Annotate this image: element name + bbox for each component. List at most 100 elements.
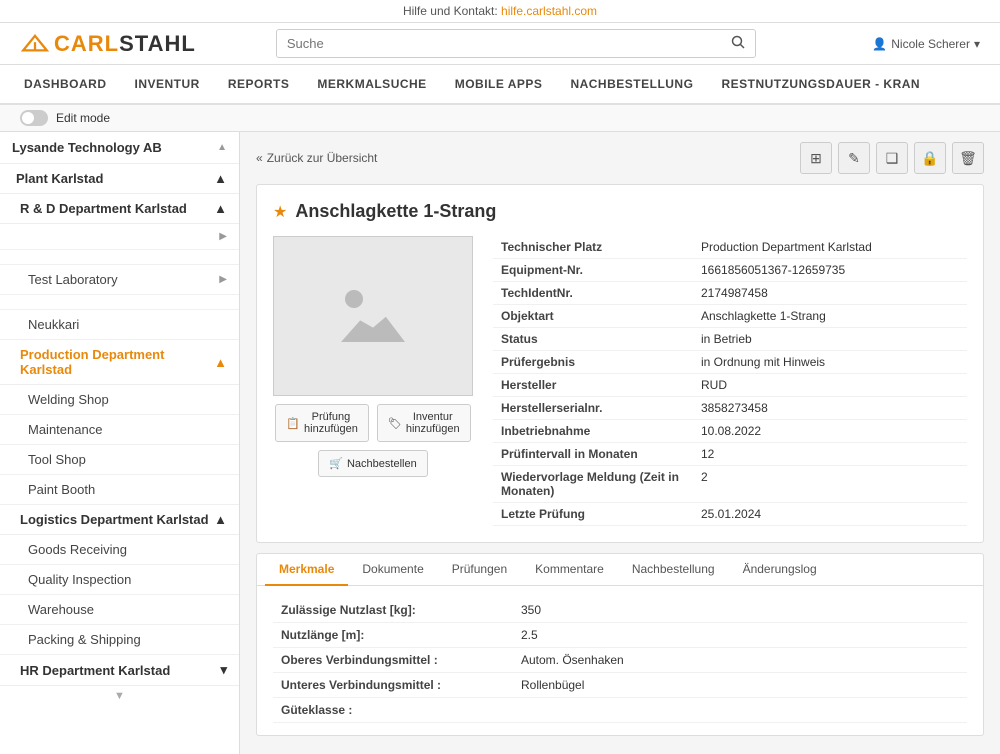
sidebar-logistics-dept[interactable]: Logistics Department Karlstad ▲ xyxy=(0,505,239,535)
sidebar-item-maintenance[interactable]: Maintenance xyxy=(0,415,239,445)
sidebar-item-quality-inspection-label: Quality Inspection xyxy=(28,572,131,587)
action-icons: ⊞ ✎ ❑ 🔒 🗑 xyxy=(800,142,984,174)
help-link[interactable]: hilfe.carlstahl.com xyxy=(501,4,597,18)
delete-button[interactable]: 🗑 xyxy=(952,142,984,174)
attr-label: Nutzlänge [m]: xyxy=(273,623,513,648)
info-table: Technischer Platz Production Department … xyxy=(493,236,967,526)
tab-nachbestellung[interactable]: Nachbestellung xyxy=(618,554,729,586)
tabs-bar: Merkmale Dokumente Prüfungen Kommentare … xyxy=(256,553,984,736)
attr-row: Zulässige Nutzlast [kg]: 350 xyxy=(273,598,967,623)
logo-stahl: STAHL xyxy=(119,31,196,57)
grid-view-button[interactable]: ⊞ xyxy=(800,142,832,174)
edit-button[interactable]: ✎ xyxy=(838,142,870,174)
lock-button[interactable]: 🔒 xyxy=(914,142,946,174)
attr-value: 350 xyxy=(513,598,967,623)
table-row: Wiedervorlage Meldung (Zeit in Monaten) … xyxy=(493,466,967,503)
tab-content: Zulässige Nutzlast [kg]: 350 Nutzlänge [… xyxy=(257,586,983,735)
nav-dashboard[interactable]: DASHBOARD xyxy=(10,65,121,105)
image-action-row-2: 🛒 Nachbestellen xyxy=(273,450,473,477)
sidebar-item-test-lab[interactable]: Test Laboratory ▶ xyxy=(0,265,239,295)
placeholder-mountain xyxy=(341,306,405,342)
tab-kommentare[interactable]: Kommentare xyxy=(521,554,618,586)
sidebar-item-quality-inspection[interactable]: Quality Inspection xyxy=(0,565,239,595)
breadcrumb-back-label: Zurück zur Übersicht xyxy=(267,151,378,165)
content-area: « Zurück zur Übersicht ⊞ ✎ ❑ 🔒 🗑 xyxy=(240,132,1000,754)
field-label: Technischer Platz xyxy=(493,236,693,259)
field-value: 12 xyxy=(693,443,967,466)
breadcrumb-bar: « Zurück zur Übersicht ⊞ ✎ ❑ 🔒 🗑 xyxy=(256,142,984,174)
star-icon: ★ xyxy=(273,202,287,222)
sidebar-production-chevron: ▲ xyxy=(214,355,227,370)
inventur-button[interactable]: 🏷 Inventurhinzufügen xyxy=(377,404,471,442)
top-bar: Hilfe und Kontakt: hilfe.carlstahl.com xyxy=(0,0,1000,23)
nachbestellen-button[interactable]: 🛒 Nachbestellen xyxy=(318,450,427,477)
field-label: Status xyxy=(493,328,693,351)
nav-mobile-apps[interactable]: MOBILE APPS xyxy=(441,65,557,105)
sidebar-item-paint-booth[interactable]: Paint Booth xyxy=(0,475,239,505)
tab-dokumente[interactable]: Dokumente xyxy=(348,554,437,586)
breadcrumb-back[interactable]: « Zurück zur Übersicht xyxy=(256,151,377,165)
lock-icon: 🔒 xyxy=(921,150,938,167)
nav-restnutzungsdauer[interactable]: RESTNUTZUNGSDAUER - KRAN xyxy=(707,65,934,105)
sidebar-rd-chevron: ▲ xyxy=(214,201,227,216)
nav-nachbestellung[interactable]: NACHBESTELLUNG xyxy=(556,65,707,105)
field-label: Hersteller xyxy=(493,374,693,397)
nav-inventur[interactable]: INVENTUR xyxy=(121,65,214,105)
search-input[interactable] xyxy=(277,30,721,57)
detail-info: Technischer Platz Production Department … xyxy=(493,236,967,526)
attr-label: Zulässige Nutzlast [kg]: xyxy=(273,598,513,623)
attr-row: Güteklasse : xyxy=(273,698,967,723)
tab-merkmale[interactable]: Merkmale xyxy=(265,554,348,586)
sidebar-item-packing[interactable]: Packing & Shipping xyxy=(0,625,239,655)
main-layout: Lysande Technology AB ▲ Plant Karlstad ▲… xyxy=(0,132,1000,754)
sidebar-item-warehouse[interactable]: Warehouse xyxy=(0,595,239,625)
nav-reports[interactable]: REPORTS xyxy=(214,65,304,105)
copy-button[interactable]: ❑ xyxy=(876,142,908,174)
search-button[interactable] xyxy=(721,30,755,57)
table-row: Prüfintervall in Monaten 12 xyxy=(493,443,967,466)
sidebar-item-welding[interactable]: Welding Shop xyxy=(0,385,239,415)
search-icon xyxy=(731,35,745,49)
attr-value: Autom. Ösenhaken xyxy=(513,648,967,673)
field-label: Letzte Prüfung xyxy=(493,503,693,526)
attr-row: Unteres Verbindungsmittel : Rollenbügel xyxy=(273,673,967,698)
sidebar-item-test-lab-arrow: ▶ xyxy=(219,274,227,285)
attr-value: Rollenbügel xyxy=(513,673,967,698)
field-label: TechIdentNr. xyxy=(493,282,693,305)
pruefung-button[interactable]: 📋 Prüfunghinzufügen xyxy=(275,404,369,442)
sidebar-item-welding-label: Welding Shop xyxy=(28,392,109,407)
detail-header: ★ Anschlagkette 1-Strang xyxy=(273,201,967,222)
sidebar-rd-dept[interactable]: R & D Department Karlstad ▲ xyxy=(0,194,239,224)
sidebar-plant-karlstad[interactable]: Plant Karlstad ▲ xyxy=(0,164,239,194)
tab-pruefungen[interactable]: Prüfungen xyxy=(438,554,521,586)
sidebar-item-advanced-prototype[interactable] xyxy=(0,295,239,310)
attr-label: Unteres Verbindungsmittel : xyxy=(273,673,513,698)
field-label: Prüfergebnis xyxy=(493,351,693,374)
detail-title: Anschlagkette 1-Strang xyxy=(295,201,496,222)
logo: CARL STAHL xyxy=(20,31,196,57)
edit-mode-toggle[interactable] xyxy=(20,110,48,126)
sidebar-item-maintenance-label: Maintenance xyxy=(28,422,102,437)
field-value: Production Department Karlstad xyxy=(693,236,967,259)
detail-body: 📋 Prüfunghinzufügen 🏷 Inventurhinzufügen… xyxy=(273,236,967,526)
sidebar-production-dept[interactable]: Production Department Karlstad ▲ xyxy=(0,340,239,385)
table-row: Inbetriebnahme 10.08.2022 xyxy=(493,420,967,443)
field-value: 10.08.2022 xyxy=(693,420,967,443)
sidebar-item-paint-booth-label: Paint Booth xyxy=(28,482,95,497)
sidebar-scroll[interactable]: ▼ xyxy=(0,686,239,706)
sidebar-lysande[interactable]: Lysande Technology AB ▲ xyxy=(0,132,239,164)
field-value: 1661856051367-12659735 xyxy=(693,259,967,282)
tab-aenderungslog[interactable]: Änderungslog xyxy=(729,554,831,586)
nav-merkmalsuche[interactable]: MERKMALSUCHE xyxy=(303,65,440,105)
field-value: 25.01.2024 xyxy=(693,503,967,526)
header: CARL STAHL 👤 Nicole Scherer ▾ xyxy=(0,23,1000,65)
sidebar-item-tool-shop[interactable]: Tool Shop xyxy=(0,445,239,475)
sidebar-item-prototype-construction[interactable] xyxy=(0,250,239,265)
sidebar-hr-chevron: ▾ xyxy=(220,662,227,678)
sidebar-item-neukkari[interactable]: Neukkari xyxy=(0,310,239,340)
sidebar-item-data-processing[interactable]: ▶ xyxy=(0,224,239,250)
sidebar-hr-dept[interactable]: HR Department Karlstad ▾ xyxy=(0,655,239,686)
attr-label: Güteklasse : xyxy=(273,698,513,723)
field-value: in Ordnung mit Hinweis xyxy=(693,351,967,374)
sidebar-item-goods-receiving[interactable]: Goods Receiving xyxy=(0,535,239,565)
